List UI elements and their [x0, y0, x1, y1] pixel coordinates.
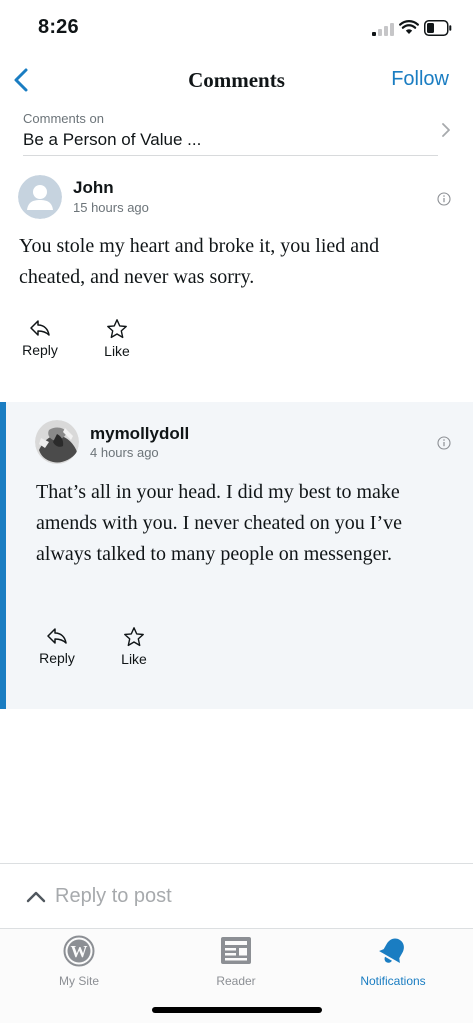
comment-time: 15 hours ago [73, 200, 149, 215]
star-icon [107, 319, 127, 339]
like-label: Like [104, 343, 130, 359]
default-avatar-icon [18, 175, 62, 219]
reply-button[interactable]: Reply [8, 318, 72, 366]
post-title: Be a Person of Value ... [23, 130, 202, 149]
comment-author[interactable]: John [73, 178, 114, 198]
reply-icon [30, 320, 50, 336]
star-icon [124, 627, 144, 647]
svg-text:W: W [71, 942, 88, 961]
comment-reply: mymollydoll 4 hours ago That’s all in yo… [0, 402, 473, 709]
like-button[interactable]: Like [85, 318, 149, 366]
info-icon[interactable] [437, 436, 451, 450]
reply-label: Reply [22, 342, 58, 358]
comment-text: That’s all in your head. I did my best t… [36, 481, 402, 565]
post-link-label: Comments on [23, 111, 104, 126]
wifi-icon [399, 20, 419, 34]
tab-reader[interactable]: Reader [176, 935, 296, 991]
avatar[interactable] [18, 175, 62, 219]
wordpress-icon: W [63, 935, 95, 967]
battery-icon [424, 20, 452, 36]
reply-icon [47, 628, 67, 644]
chevron-right-icon [442, 123, 450, 137]
reader-icon [221, 937, 251, 964]
reply-label: Reply [39, 650, 75, 666]
tab-label: My Site [58, 974, 99, 988]
info-icon[interactable] [437, 192, 451, 206]
reply-button[interactable]: Reply [25, 626, 89, 674]
avatar[interactable] [35, 420, 79, 464]
navigation-bar: Comments Follow [0, 58, 473, 102]
status-bar: 8:26 [0, 0, 473, 58]
tab-label: Reader [216, 974, 256, 988]
like-label: Like [121, 651, 147, 667]
home-indicator [152, 1007, 322, 1013]
reply-indicator [0, 402, 6, 709]
post-link[interactable]: Comments on Be a Person of Value ... [23, 108, 438, 156]
status-time: 8:26 [38, 16, 79, 38]
follow-button[interactable]: Follow [391, 68, 449, 91]
reply-to-post-field[interactable]: Reply to post [0, 863, 473, 929]
user-photo-avatar [35, 420, 79, 464]
cellular-signal-icon [372, 22, 394, 36]
comment-author[interactable]: mymollydoll [90, 424, 189, 444]
tab-notifications[interactable]: Notifications [333, 935, 453, 991]
tab-label: Notifications [360, 974, 426, 988]
chevron-up-icon[interactable] [26, 889, 46, 903]
bell-icon [379, 938, 404, 964]
comment-time: 4 hours ago [90, 445, 159, 460]
comment-text: You stole my heart and broke it, you lie… [19, 235, 380, 288]
reply-placeholder: Reply to post [55, 885, 172, 907]
comment: John 15 hours ago You stole my heart and… [0, 170, 473, 402]
like-button[interactable]: Like [102, 626, 166, 674]
tab-my-site[interactable]: W My Site [19, 935, 139, 991]
